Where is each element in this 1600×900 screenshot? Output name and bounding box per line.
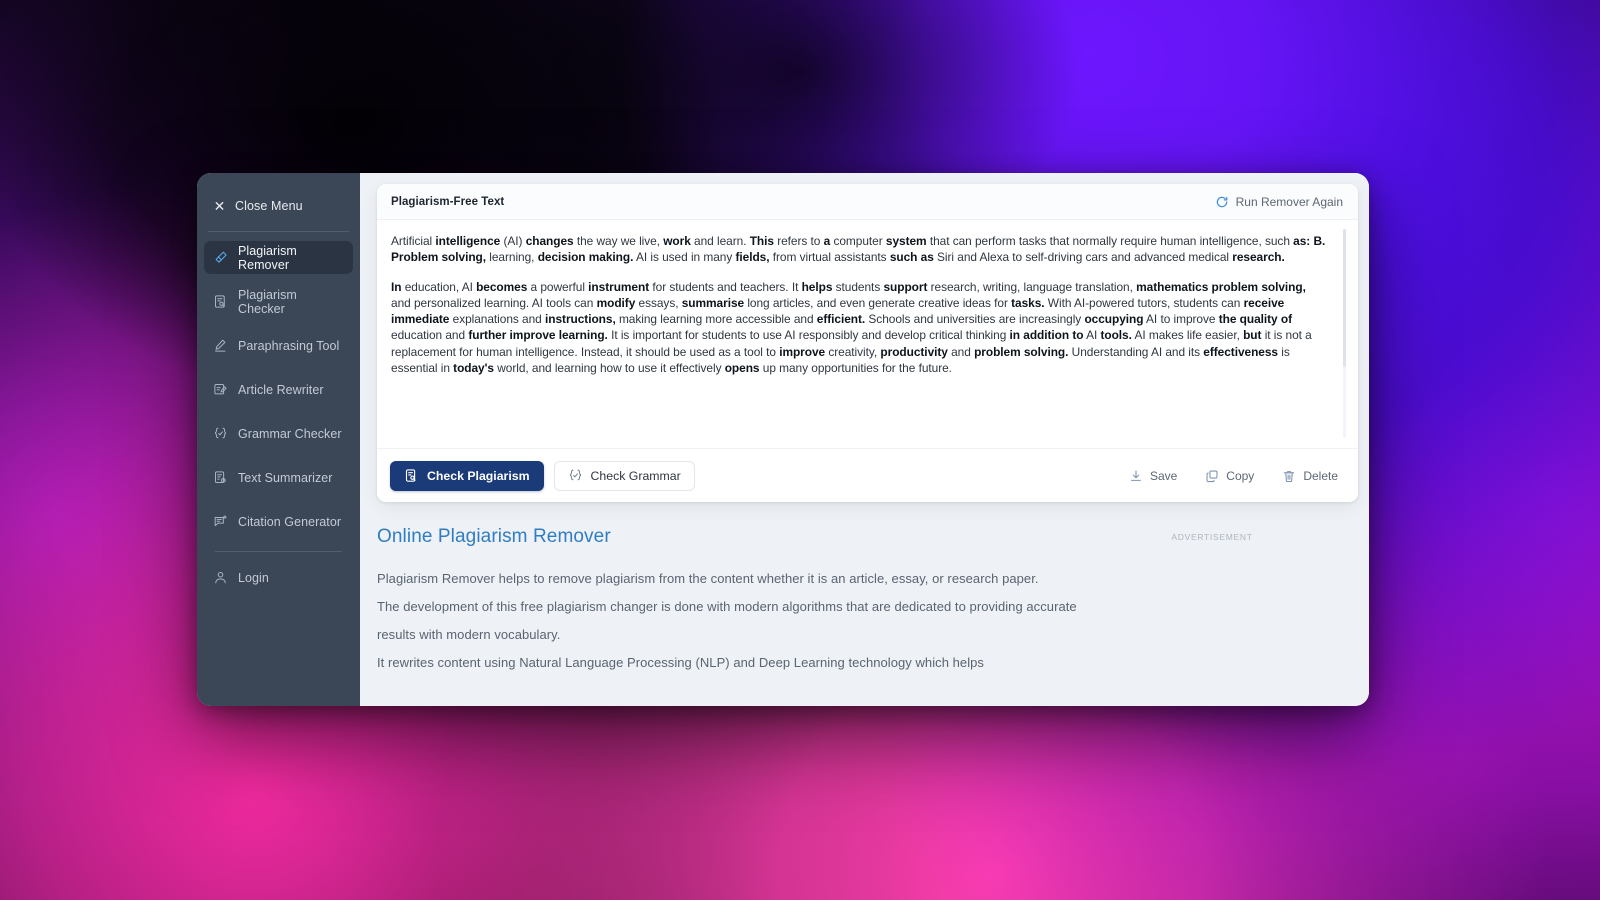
editor-scrollbar-thumb[interactable] (1343, 229, 1346, 367)
editor-header: Plagiarism-Free Text Run Remover Again (377, 184, 1358, 220)
quote-bubble-icon (213, 514, 228, 529)
pencil-line-icon (213, 338, 228, 353)
editor-card: Plagiarism-Free Text Run Remover Again A… (377, 184, 1358, 502)
article-text: Online Plagiarism Remover Plagiarism Rem… (377, 526, 1077, 677)
sidebar-item-paraphrasing-tool[interactable]: Paraphrasing Tool (204, 329, 353, 362)
sidebar-item-text-summarizer[interactable]: Text Summarizer (204, 461, 353, 494)
main-content: Plagiarism-Free Text Run Remover Again A… (360, 173, 1369, 706)
check-grammar-button[interactable]: Check Grammar (553, 460, 695, 491)
sidebar-divider-bottom (215, 551, 342, 552)
document-clock-icon (213, 470, 228, 485)
close-icon: ✕ (213, 198, 226, 214)
sidebar-item-label: Plagiarism Remover (238, 243, 297, 272)
trash-icon (1282, 469, 1296, 483)
sidebar-item-label: Login (238, 570, 269, 585)
sidebar-item-label: Text Summarizer (238, 470, 333, 485)
sidebar-item-plagiarism-remover[interactable]: Plagiarism Remover (204, 241, 353, 274)
document-edit-icon (213, 382, 228, 397)
close-menu-label: Close Menu (235, 199, 303, 213)
advertisement-slot: ADVERTISEMENT (1097, 526, 1327, 677)
sidebar-item-label: Grammar Checker (238, 426, 342, 441)
sidebar-item-label: Paraphrasing Tool (238, 338, 340, 353)
braces-check-icon (568, 468, 583, 483)
editor-scrollbar[interactable] (1343, 229, 1346, 438)
sidebar-item-label: Citation Generator (238, 514, 342, 529)
page-title: Online Plagiarism Remover (377, 526, 611, 547)
save-button[interactable]: Save (1129, 469, 1177, 483)
run-remover-again-label: Run Remover Again (1235, 194, 1343, 209)
download-icon (1129, 469, 1143, 483)
copy-icon (1205, 469, 1219, 483)
sidebar-item-grammar-checker[interactable]: Grammar Checker (204, 417, 353, 450)
advertisement-label: ADVERTISEMENT (1171, 532, 1253, 542)
check-grammar-label: Check Grammar (590, 468, 681, 483)
eraser-icon (213, 250, 228, 265)
sidebar-divider-top (208, 231, 349, 232)
document-search-icon (213, 294, 228, 309)
editor-footer: Check Plagiarism Check Grammar Save Copy… (377, 448, 1358, 502)
editor-actions: Save Copy Delete (1129, 469, 1342, 483)
article-paragraph-3: It rewrites content using Natural Langua… (377, 655, 984, 670)
sidebar-item-label: Plagiarism Checker (238, 287, 297, 316)
document-search-icon (404, 468, 419, 483)
sidebar-item-citation-generator[interactable]: Citation Generator (204, 505, 353, 538)
copy-label: Copy (1226, 468, 1255, 483)
user-icon (213, 570, 228, 585)
delete-button[interactable]: Delete (1282, 469, 1338, 483)
save-label: Save (1149, 468, 1178, 483)
sidebar-nav: Plagiarism Remover Plagiarism Checker Pa… (197, 241, 360, 594)
check-plagiarism-button[interactable]: Check Plagiarism (390, 460, 544, 491)
sidebar: ✕ Close Menu Plagiarism Remover Plagiari… (197, 173, 360, 706)
braces-check-icon (213, 426, 228, 441)
sidebar-item-label: Article Rewriter (238, 382, 324, 397)
article-paragraph-2: The development of this free plagiarism … (377, 599, 1077, 642)
copy-button[interactable]: Copy (1205, 469, 1254, 483)
check-plagiarism-label: Check Plagiarism (427, 468, 530, 483)
editor-textarea[interactable]: Artificial intelligence (AI) changes the… (377, 220, 1358, 448)
sidebar-item-plagiarism-checker[interactable]: Plagiarism Checker (204, 285, 353, 318)
article-paragraph-1: Plagiarism Remover helps to remove plagi… (377, 571, 1039, 586)
article-section: Online Plagiarism Remover Plagiarism Rem… (377, 502, 1358, 677)
editor-paragraph-1: Artificial intelligence (AI) changes the… (391, 234, 1326, 265)
editor-title: Plagiarism-Free Text (391, 195, 505, 208)
app-window: ✕ Close Menu Plagiarism Remover Plagiari… (197, 173, 1369, 706)
sidebar-item-article-rewriter[interactable]: Article Rewriter (204, 373, 353, 406)
close-menu-button[interactable]: ✕ Close Menu (197, 194, 360, 218)
editor-paragraph-2: In education, AI becomes a powerful inst… (391, 279, 1312, 376)
refresh-icon (1215, 195, 1229, 209)
sidebar-item-login[interactable]: Login (204, 561, 353, 594)
run-remover-again-button[interactable]: Run Remover Again (1215, 195, 1343, 209)
delete-label: Delete (1303, 468, 1338, 483)
